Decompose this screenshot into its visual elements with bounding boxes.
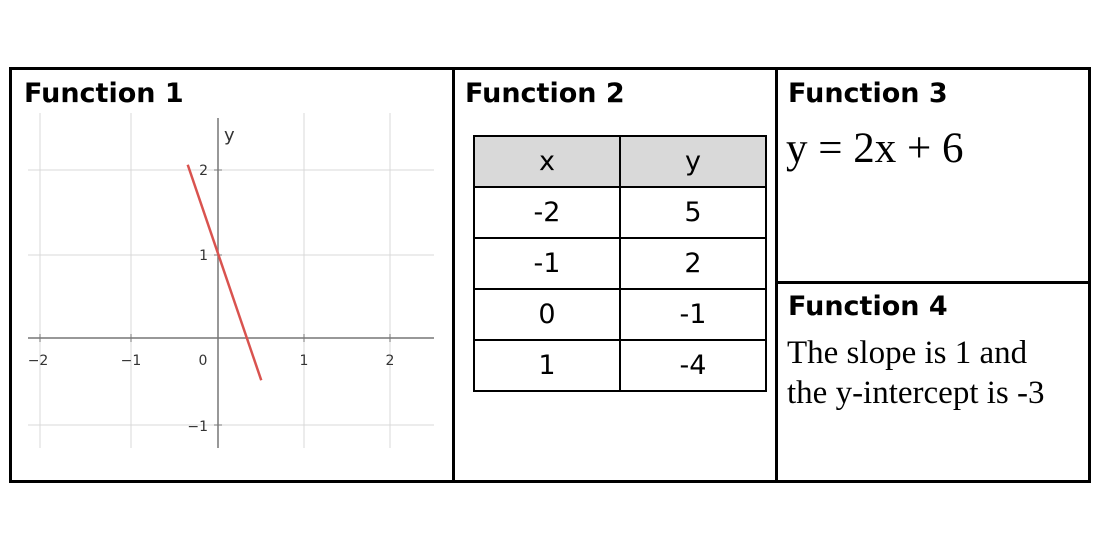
table-cell-x: 1 bbox=[473, 339, 621, 392]
table-header-row: x y bbox=[473, 135, 767, 188]
table-cell-y: 5 bbox=[619, 186, 767, 239]
x-tick-2: 2 bbox=[386, 353, 395, 369]
x-tick-minus2: −2 bbox=[28, 353, 48, 369]
table-cell-y: -4 bbox=[619, 339, 767, 392]
function-4-heading: Function 4 bbox=[788, 291, 948, 322]
table-cell-x: -1 bbox=[473, 237, 621, 290]
divider-3-4 bbox=[775, 281, 1088, 284]
function-1-line bbox=[186, 164, 263, 381]
function-1-heading: Function 1 bbox=[24, 78, 184, 109]
table-row: -1 2 bbox=[473, 237, 767, 290]
function-1-graph: y −2 −1 0 1 2 2 1 −1 bbox=[28, 113, 434, 448]
function-4-description-line-2: the y-intercept is -3 bbox=[787, 375, 1045, 411]
table-row: -2 5 bbox=[473, 186, 767, 239]
divider-1-2 bbox=[452, 70, 455, 480]
y-tick-2: 2 bbox=[199, 163, 208, 179]
table-header-y: y bbox=[619, 135, 767, 188]
function-4-description-line-1: The slope is 1 and bbox=[787, 335, 1028, 371]
table-cell-y: 2 bbox=[619, 237, 767, 290]
x-tick-minus1: −1 bbox=[121, 353, 142, 369]
grid-lines bbox=[28, 113, 434, 448]
function-3-equation: y = 2x + 6 bbox=[786, 125, 964, 172]
y-axis-label: y bbox=[224, 125, 235, 146]
x-tick-0: 0 bbox=[199, 353, 208, 369]
function-2-table: x y -2 5 -1 2 0 -1 1 -4 bbox=[473, 135, 767, 392]
x-tick-1: 1 bbox=[300, 353, 309, 369]
y-tick-minus1: −1 bbox=[187, 419, 208, 435]
table-cell-x: -2 bbox=[473, 186, 621, 239]
function-2-heading: Function 2 bbox=[465, 78, 625, 109]
table-row: 1 -4 bbox=[473, 339, 767, 392]
table-header-x: x bbox=[473, 135, 621, 188]
divider-2-3 bbox=[775, 70, 778, 480]
table-cell-y: -1 bbox=[619, 288, 767, 341]
function-3-heading: Function 3 bbox=[788, 78, 948, 109]
table-cell-x: 0 bbox=[473, 288, 621, 341]
table-row: 0 -1 bbox=[473, 288, 767, 341]
y-tick-1: 1 bbox=[199, 248, 208, 264]
